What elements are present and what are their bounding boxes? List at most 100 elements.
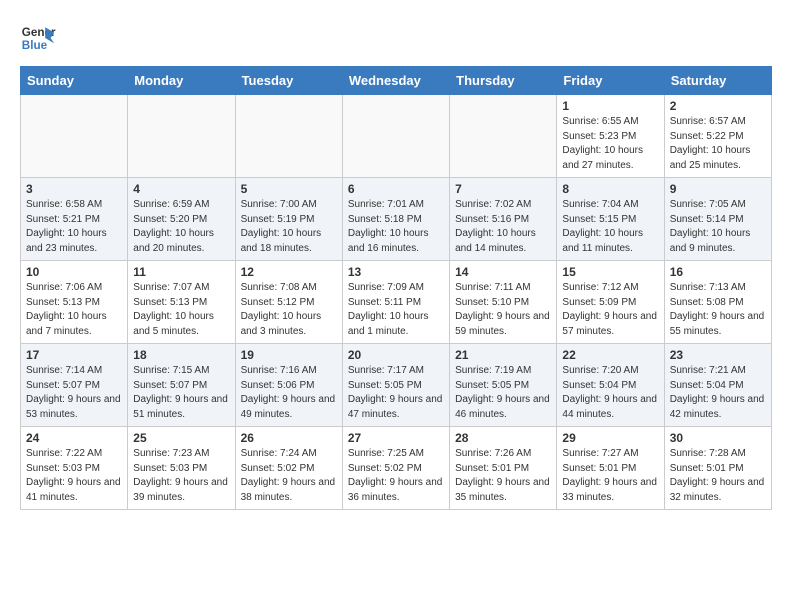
week-row: 24 Sunrise: 7:22 AM Sunset: 5:03 PM Dayli… — [21, 427, 772, 510]
header-row: SundayMondayTuesdayWednesdayThursdayFrid… — [21, 67, 772, 95]
day-cell-13: 13 Sunrise: 7:09 AM Sunset: 5:11 PM Dayli… — [342, 261, 449, 344]
day-info: Sunrise: 7:25 AM Sunset: 5:02 PM Dayligh… — [348, 447, 444, 505]
day-info: Sunrise: 7:09 AM Sunset: 5:11 PM Dayligh… — [348, 281, 444, 339]
empty-cell — [235, 95, 342, 178]
empty-cell — [450, 95, 557, 178]
logo: General Blue — [20, 20, 56, 56]
day-info: Sunrise: 7:23 AM Sunset: 5:03 PM Dayligh… — [133, 447, 229, 505]
day-cell-18: 18 Sunrise: 7:15 AM Sunset: 5:07 PM Dayli… — [128, 344, 235, 427]
day-cell-30: 30 Sunrise: 7:28 AM Sunset: 5:01 PM Dayli… — [664, 427, 771, 510]
day-cell-16: 16 Sunrise: 7:13 AM Sunset: 5:08 PM Dayli… — [664, 261, 771, 344]
day-number: 11 — [133, 265, 229, 279]
day-cell-29: 29 Sunrise: 7:27 AM Sunset: 5:01 PM Dayli… — [557, 427, 664, 510]
day-cell-15: 15 Sunrise: 7:12 AM Sunset: 5:09 PM Dayli… — [557, 261, 664, 344]
empty-cell — [21, 95, 128, 178]
day-cell-19: 19 Sunrise: 7:16 AM Sunset: 5:06 PM Dayli… — [235, 344, 342, 427]
week-row: 3 Sunrise: 6:58 AM Sunset: 5:21 PM Daylig… — [21, 178, 772, 261]
day-number: 24 — [26, 431, 122, 445]
day-number: 13 — [348, 265, 444, 279]
day-cell-22: 22Sunrise: 7:20 AM Sunset: 5:04 PM Dayli… — [557, 344, 664, 427]
day-cell-9: 9Sunrise: 7:05 AM Sunset: 5:14 PM Daylig… — [664, 178, 771, 261]
day-number: 22 — [562, 348, 658, 362]
col-header-sunday: Sunday — [21, 67, 128, 95]
day-cell-10: 10 Sunrise: 7:06 AM Sunset: 5:13 PM Dayli… — [21, 261, 128, 344]
day-info: Sunrise: 7:13 AM Sunset: 5:08 PM Dayligh… — [670, 281, 766, 339]
day-number: 17 — [26, 348, 122, 362]
day-info: Sunrise: 7:15 AM Sunset: 5:07 PM Dayligh… — [133, 364, 229, 422]
day-cell-26: 26Sunrise: 7:24 AM Sunset: 5:02 PM Dayli… — [235, 427, 342, 510]
day-info: Sunrise: 7:08 AM Sunset: 5:12 PM Dayligh… — [241, 281, 337, 339]
day-info: Sunrise: 7:11 AM Sunset: 5:10 PM Dayligh… — [455, 281, 551, 339]
col-header-tuesday: Tuesday — [235, 67, 342, 95]
day-info: Sunrise: 7:17 AM Sunset: 5:05 PM Dayligh… — [348, 364, 444, 422]
day-info: Sunrise: 7:06 AM Sunset: 5:13 PM Dayligh… — [26, 281, 122, 339]
day-info: Sunrise: 6:58 AM Sunset: 5:21 PM Dayligh… — [26, 198, 122, 256]
col-header-thursday: Thursday — [450, 67, 557, 95]
day-info: Sunrise: 7:14 AM Sunset: 5:07 PM Dayligh… — [26, 364, 122, 422]
day-number: 20 — [348, 348, 444, 362]
day-number: 2 — [670, 99, 766, 113]
day-number: 12 — [241, 265, 337, 279]
day-cell-28: 28 Sunrise: 7:26 AM Sunset: 5:01 PM Dayli… — [450, 427, 557, 510]
col-header-monday: Monday — [128, 67, 235, 95]
day-info: Sunrise: 7:02 AM Sunset: 5:16 PM Dayligh… — [455, 198, 551, 256]
day-number: 25 — [133, 431, 229, 445]
col-header-friday: Friday — [557, 67, 664, 95]
week-row: 1Sunrise: 6:55 AM Sunset: 5:23 PM Daylig… — [21, 95, 772, 178]
day-cell-7: 7 Sunrise: 7:02 AM Sunset: 5:16 PM Daylig… — [450, 178, 557, 261]
day-info: Sunrise: 7:00 AM Sunset: 5:19 PM Dayligh… — [241, 198, 337, 256]
day-info: Sunrise: 7:07 AM Sunset: 5:13 PM Dayligh… — [133, 281, 229, 339]
day-number: 6 — [348, 182, 444, 196]
week-row: 17 Sunrise: 7:14 AM Sunset: 5:07 PM Dayli… — [21, 344, 772, 427]
day-info: Sunrise: 7:22 AM Sunset: 5:03 PM Dayligh… — [26, 447, 122, 505]
day-cell-3: 3 Sunrise: 6:58 AM Sunset: 5:21 PM Daylig… — [21, 178, 128, 261]
logo-icon: General Blue — [20, 20, 56, 56]
day-number: 8 — [562, 182, 658, 196]
calendar-table: SundayMondayTuesdayWednesdayThursdayFrid… — [20, 66, 772, 510]
day-number: 9 — [670, 182, 766, 196]
day-cell-25: 25 Sunrise: 7:23 AM Sunset: 5:03 PM Dayli… — [128, 427, 235, 510]
day-info: Sunrise: 7:01 AM Sunset: 5:18 PM Dayligh… — [348, 198, 444, 256]
empty-cell — [342, 95, 449, 178]
empty-cell — [128, 95, 235, 178]
day-cell-4: 4 Sunrise: 6:59 AM Sunset: 5:20 PM Daylig… — [128, 178, 235, 261]
day-number: 27 — [348, 431, 444, 445]
day-number: 7 — [455, 182, 551, 196]
day-cell-17: 17 Sunrise: 7:14 AM Sunset: 5:07 PM Dayli… — [21, 344, 128, 427]
day-number: 23 — [670, 348, 766, 362]
day-number: 5 — [241, 182, 337, 196]
day-number: 1 — [562, 99, 658, 113]
day-number: 29 — [562, 431, 658, 445]
day-number: 10 — [26, 265, 122, 279]
col-header-wednesday: Wednesday — [342, 67, 449, 95]
day-info: Sunrise: 7:12 AM Sunset: 5:09 PM Dayligh… — [562, 281, 658, 339]
day-info: Sunrise: 7:27 AM Sunset: 5:01 PM Dayligh… — [562, 447, 658, 505]
day-info: Sunrise: 7:26 AM Sunset: 5:01 PM Dayligh… — [455, 447, 551, 505]
day-number: 16 — [670, 265, 766, 279]
day-number: 18 — [133, 348, 229, 362]
day-info: Sunrise: 6:57 AM Sunset: 5:22 PM Dayligh… — [670, 115, 766, 173]
day-cell-20: 20 Sunrise: 7:17 AM Sunset: 5:05 PM Dayli… — [342, 344, 449, 427]
day-cell-21: 21Sunrise: 7:19 AM Sunset: 5:05 PM Dayli… — [450, 344, 557, 427]
page-header: General Blue — [20, 20, 772, 56]
day-info: Sunrise: 7:04 AM Sunset: 5:15 PM Dayligh… — [562, 198, 658, 256]
day-number: 3 — [26, 182, 122, 196]
day-info: Sunrise: 7:16 AM Sunset: 5:06 PM Dayligh… — [241, 364, 337, 422]
day-cell-27: 27 Sunrise: 7:25 AM Sunset: 5:02 PM Dayli… — [342, 427, 449, 510]
day-info: Sunrise: 6:59 AM Sunset: 5:20 PM Dayligh… — [133, 198, 229, 256]
day-info: Sunrise: 7:28 AM Sunset: 5:01 PM Dayligh… — [670, 447, 766, 505]
day-info: Sunrise: 7:21 AM Sunset: 5:04 PM Dayligh… — [670, 364, 766, 422]
day-cell-2: 2 Sunrise: 6:57 AM Sunset: 5:22 PM Daylig… — [664, 95, 771, 178]
day-number: 26 — [241, 431, 337, 445]
day-number: 21 — [455, 348, 551, 362]
day-cell-11: 11 Sunrise: 7:07 AM Sunset: 5:13 PM Dayli… — [128, 261, 235, 344]
day-cell-1: 1Sunrise: 6:55 AM Sunset: 5:23 PM Daylig… — [557, 95, 664, 178]
week-row: 10 Sunrise: 7:06 AM Sunset: 5:13 PM Dayli… — [21, 261, 772, 344]
svg-text:Blue: Blue — [22, 39, 48, 52]
day-number: 4 — [133, 182, 229, 196]
day-number: 19 — [241, 348, 337, 362]
day-number: 30 — [670, 431, 766, 445]
day-number: 15 — [562, 265, 658, 279]
day-number: 28 — [455, 431, 551, 445]
day-cell-6: 6 Sunrise: 7:01 AM Sunset: 5:18 PM Daylig… — [342, 178, 449, 261]
